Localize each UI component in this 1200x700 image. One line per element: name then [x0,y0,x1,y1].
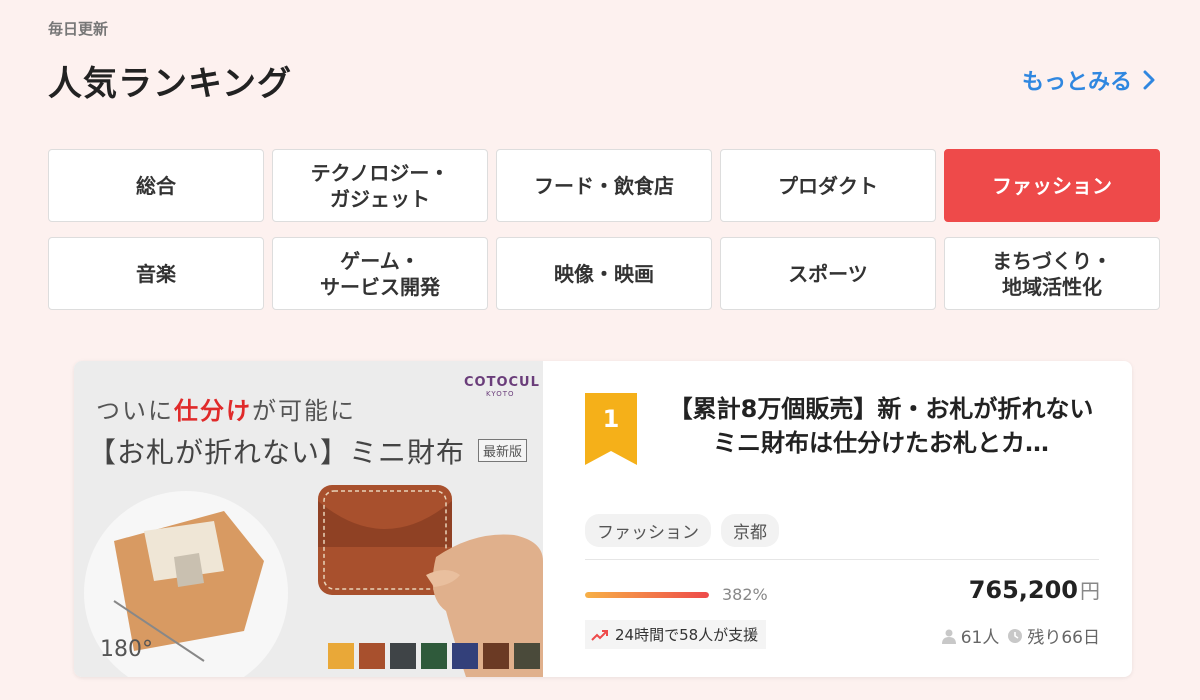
category-game-service[interactable]: ゲーム・ サービス開発 [272,237,488,310]
trending-up-icon [591,629,608,641]
category-sogo[interactable]: 総合 [48,149,264,222]
tag-location[interactable]: 京都 [721,514,779,547]
trend-badge: 24時間で58人が支援 [585,620,767,649]
progress-bar [585,592,709,598]
color-swatch-1 [359,643,385,669]
progress-percent: 382% [722,585,768,604]
person-icon [941,629,956,644]
category-grid: 総合 テクノロジー・ ガジェット フード・飲食店 プロダクト ファッション 音楽… [48,149,1160,310]
color-swatch-2 [390,643,416,669]
funding-amount: 765,200 円 [968,576,1100,604]
latest-version-badge: 最新版 [478,439,528,462]
brand-logo: COTOCUL [464,375,540,390]
project-meta: 61人 残り66日 [941,623,1100,648]
clock-icon [1008,628,1023,643]
brand-logo-sub: KYOTO [486,390,515,398]
category-fashion[interactable]: ファッション [944,149,1160,222]
color-swatches [328,643,540,669]
color-swatch-5 [483,643,509,669]
more-link[interactable]: もっとみる [1022,64,1156,96]
category-product[interactable]: プロダクト [720,149,936,222]
category-video-film[interactable]: 映像・映画 [496,237,712,310]
color-swatch-0 [328,643,354,669]
category-technology-gadget[interactable]: テクノロジー・ ガジェット [272,149,488,222]
supporter-count: 61人 [960,628,1000,648]
divider [585,559,1099,560]
color-swatch-3 [421,643,447,669]
tag-category[interactable]: ファッション [585,514,711,547]
color-swatch-6 [514,643,540,669]
trend-text: 24時間で58人が支援 [615,626,759,644]
category-food[interactable]: フード・飲食店 [496,149,712,222]
project-title[interactable]: 【累計8万個販売】新・お札が折れないミニ財布は仕分けたお札とカ… [661,393,1101,460]
more-link-label: もっとみる [1021,70,1132,95]
angle-label: 180° [100,637,153,662]
rank-number: 1 [602,405,620,433]
project-image[interactable]: COTOCUL KYOTO ついに仕分けが可能に 【お札が折れない】ミニ財布 最… [74,361,543,677]
image-headline-2: 【お札が折れない】ミニ財布 [88,436,466,469]
color-swatch-4 [452,643,478,669]
eyebrow-label: 毎日更新 [48,20,109,38]
ranking-card[interactable]: COTOCUL KYOTO ついに仕分けが可能に 【お札が折れない】ミニ財布 最… [74,361,1132,677]
category-sports[interactable]: スポーツ [720,237,936,310]
chevron-right-icon [1143,70,1155,90]
days-remaining: 残り66日 [1027,628,1100,648]
category-music[interactable]: 音楽 [48,237,264,310]
category-community[interactable]: まちづくり・ 地域活性化 [944,237,1160,310]
image-headline-1: ついに仕分けが可能に [96,397,356,425]
progress-fill [585,592,709,598]
card-body: 1 【累計8万個販売】新・お札が折れないミニ財布は仕分けたお札とカ… ファッショ… [543,361,1132,677]
page-title: 人気ランキング [48,64,292,104]
project-tags: ファッション 京都 [585,514,779,547]
